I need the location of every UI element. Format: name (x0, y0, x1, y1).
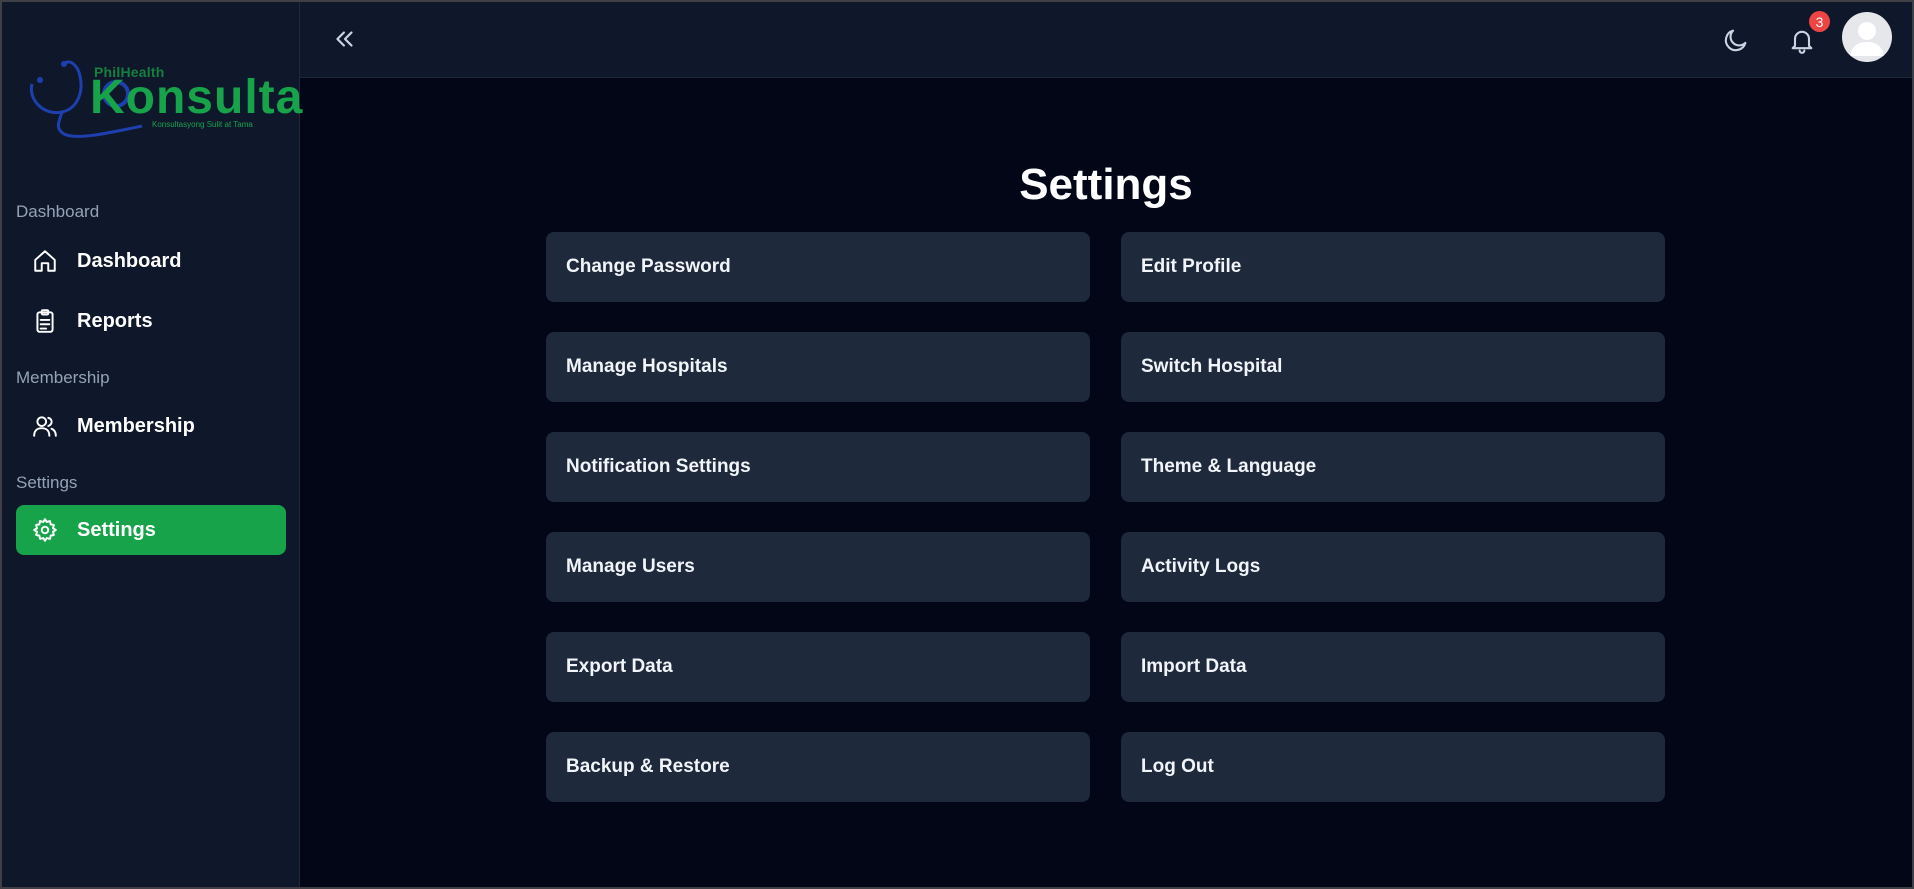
user-avatar[interactable] (1842, 12, 1892, 62)
manage-users-button[interactable]: Manage Users (546, 532, 1090, 602)
sidebar-item-reports[interactable]: Reports (16, 296, 286, 346)
switch-hospital-button[interactable]: Switch Hospital (1121, 332, 1665, 402)
logo-brand-big: Konsulta (90, 71, 304, 124)
sidebar-section-membership: Membership (16, 368, 110, 387)
change-password-button[interactable]: Change Password (546, 232, 1090, 302)
home-icon (32, 248, 58, 274)
dark-mode-toggle-moon-icon[interactable] (1722, 26, 1750, 54)
theme-language-button[interactable]: Theme & Language (1121, 432, 1665, 502)
sidebar-section-settings: Settings (16, 473, 78, 492)
notifications-bell-icon[interactable] (1788, 26, 1816, 54)
edit-profile-button[interactable]: Edit Profile (1121, 232, 1665, 302)
philhealth-konsulta-logo: PhilHealth Konsulta Konsultasyong Sulit … (24, 54, 302, 138)
sidebar-item-label: Dashboard (77, 249, 182, 272)
notification-settings-button[interactable]: Notification Settings (546, 432, 1090, 502)
logo-tagline: Konsultasyong Sulit at Tama (152, 120, 253, 129)
sidebar-item-label: Settings (77, 518, 156, 541)
settings-grid: Change Password Edit Profile Manage Hosp… (546, 232, 1666, 802)
users-icon (32, 413, 58, 439)
import-data-button[interactable]: Import Data (1121, 632, 1665, 702)
clipboard-icon (32, 308, 58, 334)
sidebar-section-dashboard: Dashboard (16, 202, 100, 221)
sidebar-item-settings[interactable]: Settings (16, 505, 286, 555)
activity-logs-button[interactable]: Activity Logs (1121, 532, 1665, 602)
log-out-button[interactable]: Log Out (1121, 732, 1665, 802)
sidebar-item-label: Membership (77, 414, 195, 437)
user-silhouette-icon (1850, 22, 1884, 56)
main-content: 3 Settings Change Password Edit Profile … (300, 2, 1912, 887)
notification-count-badge: 3 (1809, 11, 1830, 32)
top-bar: 3 (300, 2, 1912, 78)
collapse-sidebar-icon[interactable] (332, 26, 358, 52)
page-title: Settings (1019, 160, 1193, 209)
gear-icon (32, 517, 58, 543)
export-data-button[interactable]: Export Data (546, 632, 1090, 702)
manage-hospitals-button[interactable]: Manage Hospitals (546, 332, 1090, 402)
sidebar-item-dashboard[interactable]: Dashboard (16, 236, 286, 286)
sidebar: PhilHealth Konsulta Konsultasyong Sulit … (2, 2, 302, 887)
sidebar-item-label: Reports (77, 309, 153, 332)
sidebar-item-membership[interactable]: Membership (16, 401, 286, 451)
backup-restore-button[interactable]: Backup & Restore (546, 732, 1090, 802)
app-window: PhilHealth Konsulta Konsultasyong Sulit … (0, 0, 1914, 889)
